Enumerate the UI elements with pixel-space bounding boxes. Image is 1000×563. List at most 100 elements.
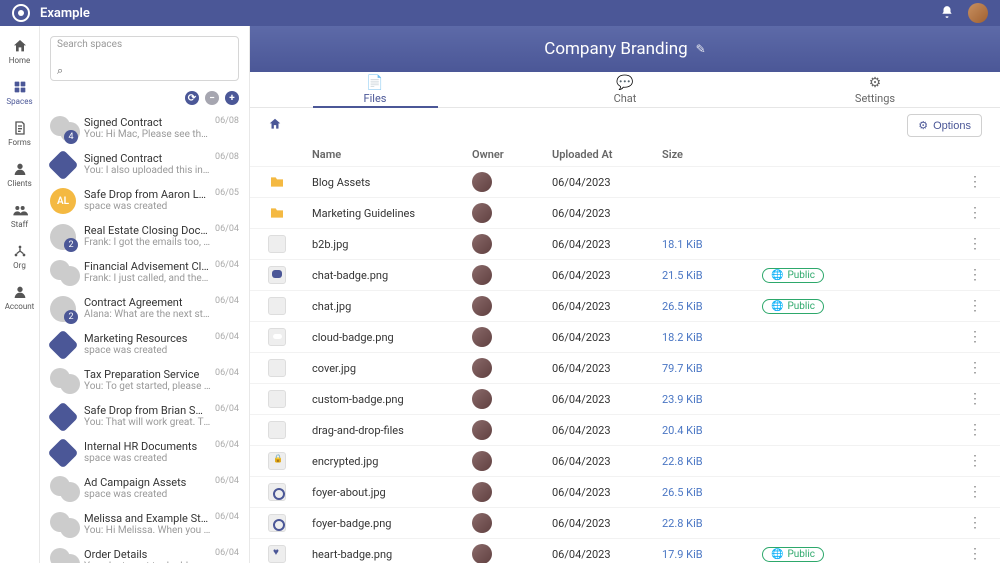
row-menu-icon[interactable]: ⋮ (942, 267, 982, 283)
col-uploaded: Uploaded At (552, 148, 662, 161)
space-title: Signed Contract (84, 152, 211, 165)
rail-item-spaces[interactable]: Spaces (0, 73, 39, 112)
space-date: 06/04 (215, 368, 239, 378)
file-name: b2b.jpg (312, 238, 472, 251)
folder-icon (268, 173, 286, 191)
table-row[interactable]: b2b.jpg06/04/202318.1 KiB⋮ (250, 228, 1000, 259)
space-item[interactable]: 4Signed ContractYou: Hi Mac, Please see … (40, 111, 249, 147)
rail-item-home[interactable]: Home (0, 32, 39, 71)
content-header: Company Branding ✎ (250, 26, 1000, 72)
space-item[interactable]: 2Real Estate Closing DocumentsFrank: I g… (40, 219, 249, 255)
options-label: Options (933, 120, 971, 132)
bell-icon[interactable] (940, 5, 954, 22)
space-item[interactable]: 2Contract AgreementAlana: What are the n… (40, 291, 249, 327)
row-menu-icon[interactable]: ⋮ (942, 205, 982, 221)
account-icon (12, 284, 28, 300)
space-item[interactable]: Ad Campaign Assetsspace was created06/04 (40, 471, 249, 507)
space-item[interactable]: Safe Drop from Brian SmithYou: That will… (40, 399, 249, 435)
row-menu-icon[interactable]: ⋮ (942, 329, 982, 345)
row-menu-icon[interactable]: ⋮ (942, 515, 982, 531)
rail-label: Org (13, 261, 26, 270)
tab-settings[interactable]: ⚙Settings (750, 72, 1000, 107)
table-row[interactable]: chat-badge.png06/04/202321.5 KiB🌐Public⋮ (250, 259, 1000, 290)
breadcrumb-home-icon[interactable] (268, 117, 282, 135)
forms-icon (12, 120, 28, 136)
file-name: drag-and-drop-files (312, 424, 472, 437)
file-name: chat-badge.png (312, 269, 472, 282)
space-action-remove[interactable]: − (205, 91, 219, 105)
table-row[interactable]: drag-and-drop-files06/04/202320.4 KiB⋮ (250, 414, 1000, 445)
space-action-refresh[interactable]: ⟳ (185, 91, 199, 105)
table-row[interactable]: cover.jpg06/04/202379.7 KiB⋮ (250, 352, 1000, 383)
rail-item-staff[interactable]: Staff (0, 196, 39, 235)
space-item[interactable]: Order DetailsYou: Just want to double ch… (40, 543, 249, 563)
space-date: 06/04 (215, 404, 239, 414)
rail-item-forms[interactable]: Forms (0, 114, 39, 153)
table-row[interactable]: Marketing Guidelines06/04/2023⋮ (250, 197, 1000, 228)
space-title: Ad Campaign Assets (84, 476, 211, 489)
app-name: Example (40, 6, 90, 21)
space-item[interactable]: Signed ContractYou: I also uploaded this… (40, 147, 249, 183)
rail-item-org[interactable]: Org (0, 237, 39, 276)
space-avatar-initials: AL (50, 188, 76, 214)
space-item[interactable]: Marketing Resourcesspace was created06/0… (40, 327, 249, 363)
table-row[interactable]: cloud-badge.png06/04/202318.2 KiB⋮ (250, 321, 1000, 352)
owner-avatar (472, 296, 492, 316)
space-item[interactable]: Melissa and Example StaffYou: Hi Melissa… (40, 507, 249, 543)
search-input[interactable] (57, 50, 232, 64)
space-action-add[interactable]: + (225, 91, 239, 105)
app-logo[interactable] (12, 4, 30, 22)
row-menu-icon[interactable]: ⋮ (942, 174, 982, 190)
row-menu-icon[interactable]: ⋮ (942, 546, 982, 562)
space-date: 06/04 (215, 512, 239, 522)
options-button[interactable]: ⚙ Options (907, 114, 982, 137)
table-row[interactable]: foyer-about.jpg06/04/202326.5 KiB⋮ (250, 476, 1000, 507)
table-row[interactable]: custom-badge.png06/04/202323.9 KiB⋮ (250, 383, 1000, 414)
space-subtitle: space was created (84, 201, 211, 212)
user-avatar[interactable] (968, 3, 988, 23)
space-item[interactable]: Financial Advisement ClientsFrank: I jus… (40, 255, 249, 291)
space-title: Contract Agreement (84, 296, 211, 309)
space-diamond-icon (47, 329, 78, 360)
space-date: 06/04 (215, 476, 239, 486)
tab-label: Settings (855, 92, 895, 105)
space-title: Real Estate Closing Documents (84, 224, 211, 237)
space-date: 06/04 (215, 440, 239, 450)
space-item[interactable]: Tax Preparation ServiceYou: To get start… (40, 363, 249, 399)
row-menu-icon[interactable]: ⋮ (942, 453, 982, 469)
search-spaces[interactable]: Search spaces ⌕ (50, 36, 239, 81)
file-name: chat.jpg (312, 300, 472, 313)
col-owner: Owner (472, 148, 552, 161)
table-row[interactable]: chat.jpg06/04/202326.5 KiB🌐Public⋮ (250, 290, 1000, 321)
owner-avatar (472, 451, 492, 471)
file-size: 21.5 KiB (662, 269, 762, 282)
client-icon (12, 161, 28, 177)
space-date: 06/05 (215, 188, 239, 198)
rail-item-clients[interactable]: Clients (0, 155, 39, 194)
file-name: foyer-about.jpg (312, 486, 472, 499)
file-name: foyer-badge.png (312, 517, 472, 530)
tab-files[interactable]: 📄Files (250, 72, 500, 107)
row-menu-icon[interactable]: ⋮ (942, 422, 982, 438)
table-row[interactable]: foyer-badge.png06/04/202322.8 KiB⋮ (250, 507, 1000, 538)
rail-item-account[interactable]: Account (0, 278, 39, 317)
table-row[interactable]: heart-badge.png06/04/202317.9 KiB🌐Public… (250, 538, 1000, 563)
space-item[interactable]: ALSafe Drop from Aaron Laceyspace was cr… (40, 183, 249, 219)
rail-label: Clients (7, 179, 32, 188)
row-menu-icon[interactable]: ⋮ (942, 236, 982, 252)
space-subtitle: You: That will work great. Thanks! (84, 417, 211, 428)
row-menu-icon[interactable]: ⋮ (942, 298, 982, 314)
tab-chat[interactable]: 💬Chat (500, 72, 750, 107)
space-subtitle: You: Hi Mac, Please see the contract att… (84, 129, 211, 140)
table-row[interactable]: encrypted.jpg06/04/202322.8 KiB⋮ (250, 445, 1000, 476)
row-menu-icon[interactable]: ⋮ (942, 484, 982, 500)
owner-avatar (472, 482, 492, 502)
table-row[interactable]: Blog Assets06/04/2023⋮ (250, 166, 1000, 197)
row-menu-icon[interactable]: ⋮ (942, 360, 982, 376)
space-badge: 4 (64, 130, 78, 144)
edit-icon[interactable]: ✎ (696, 42, 706, 56)
row-menu-icon[interactable]: ⋮ (942, 391, 982, 407)
owner-avatar (472, 327, 492, 347)
rail-label: Staff (11, 220, 28, 229)
space-item[interactable]: Internal HR Documentsspace was created06… (40, 435, 249, 471)
